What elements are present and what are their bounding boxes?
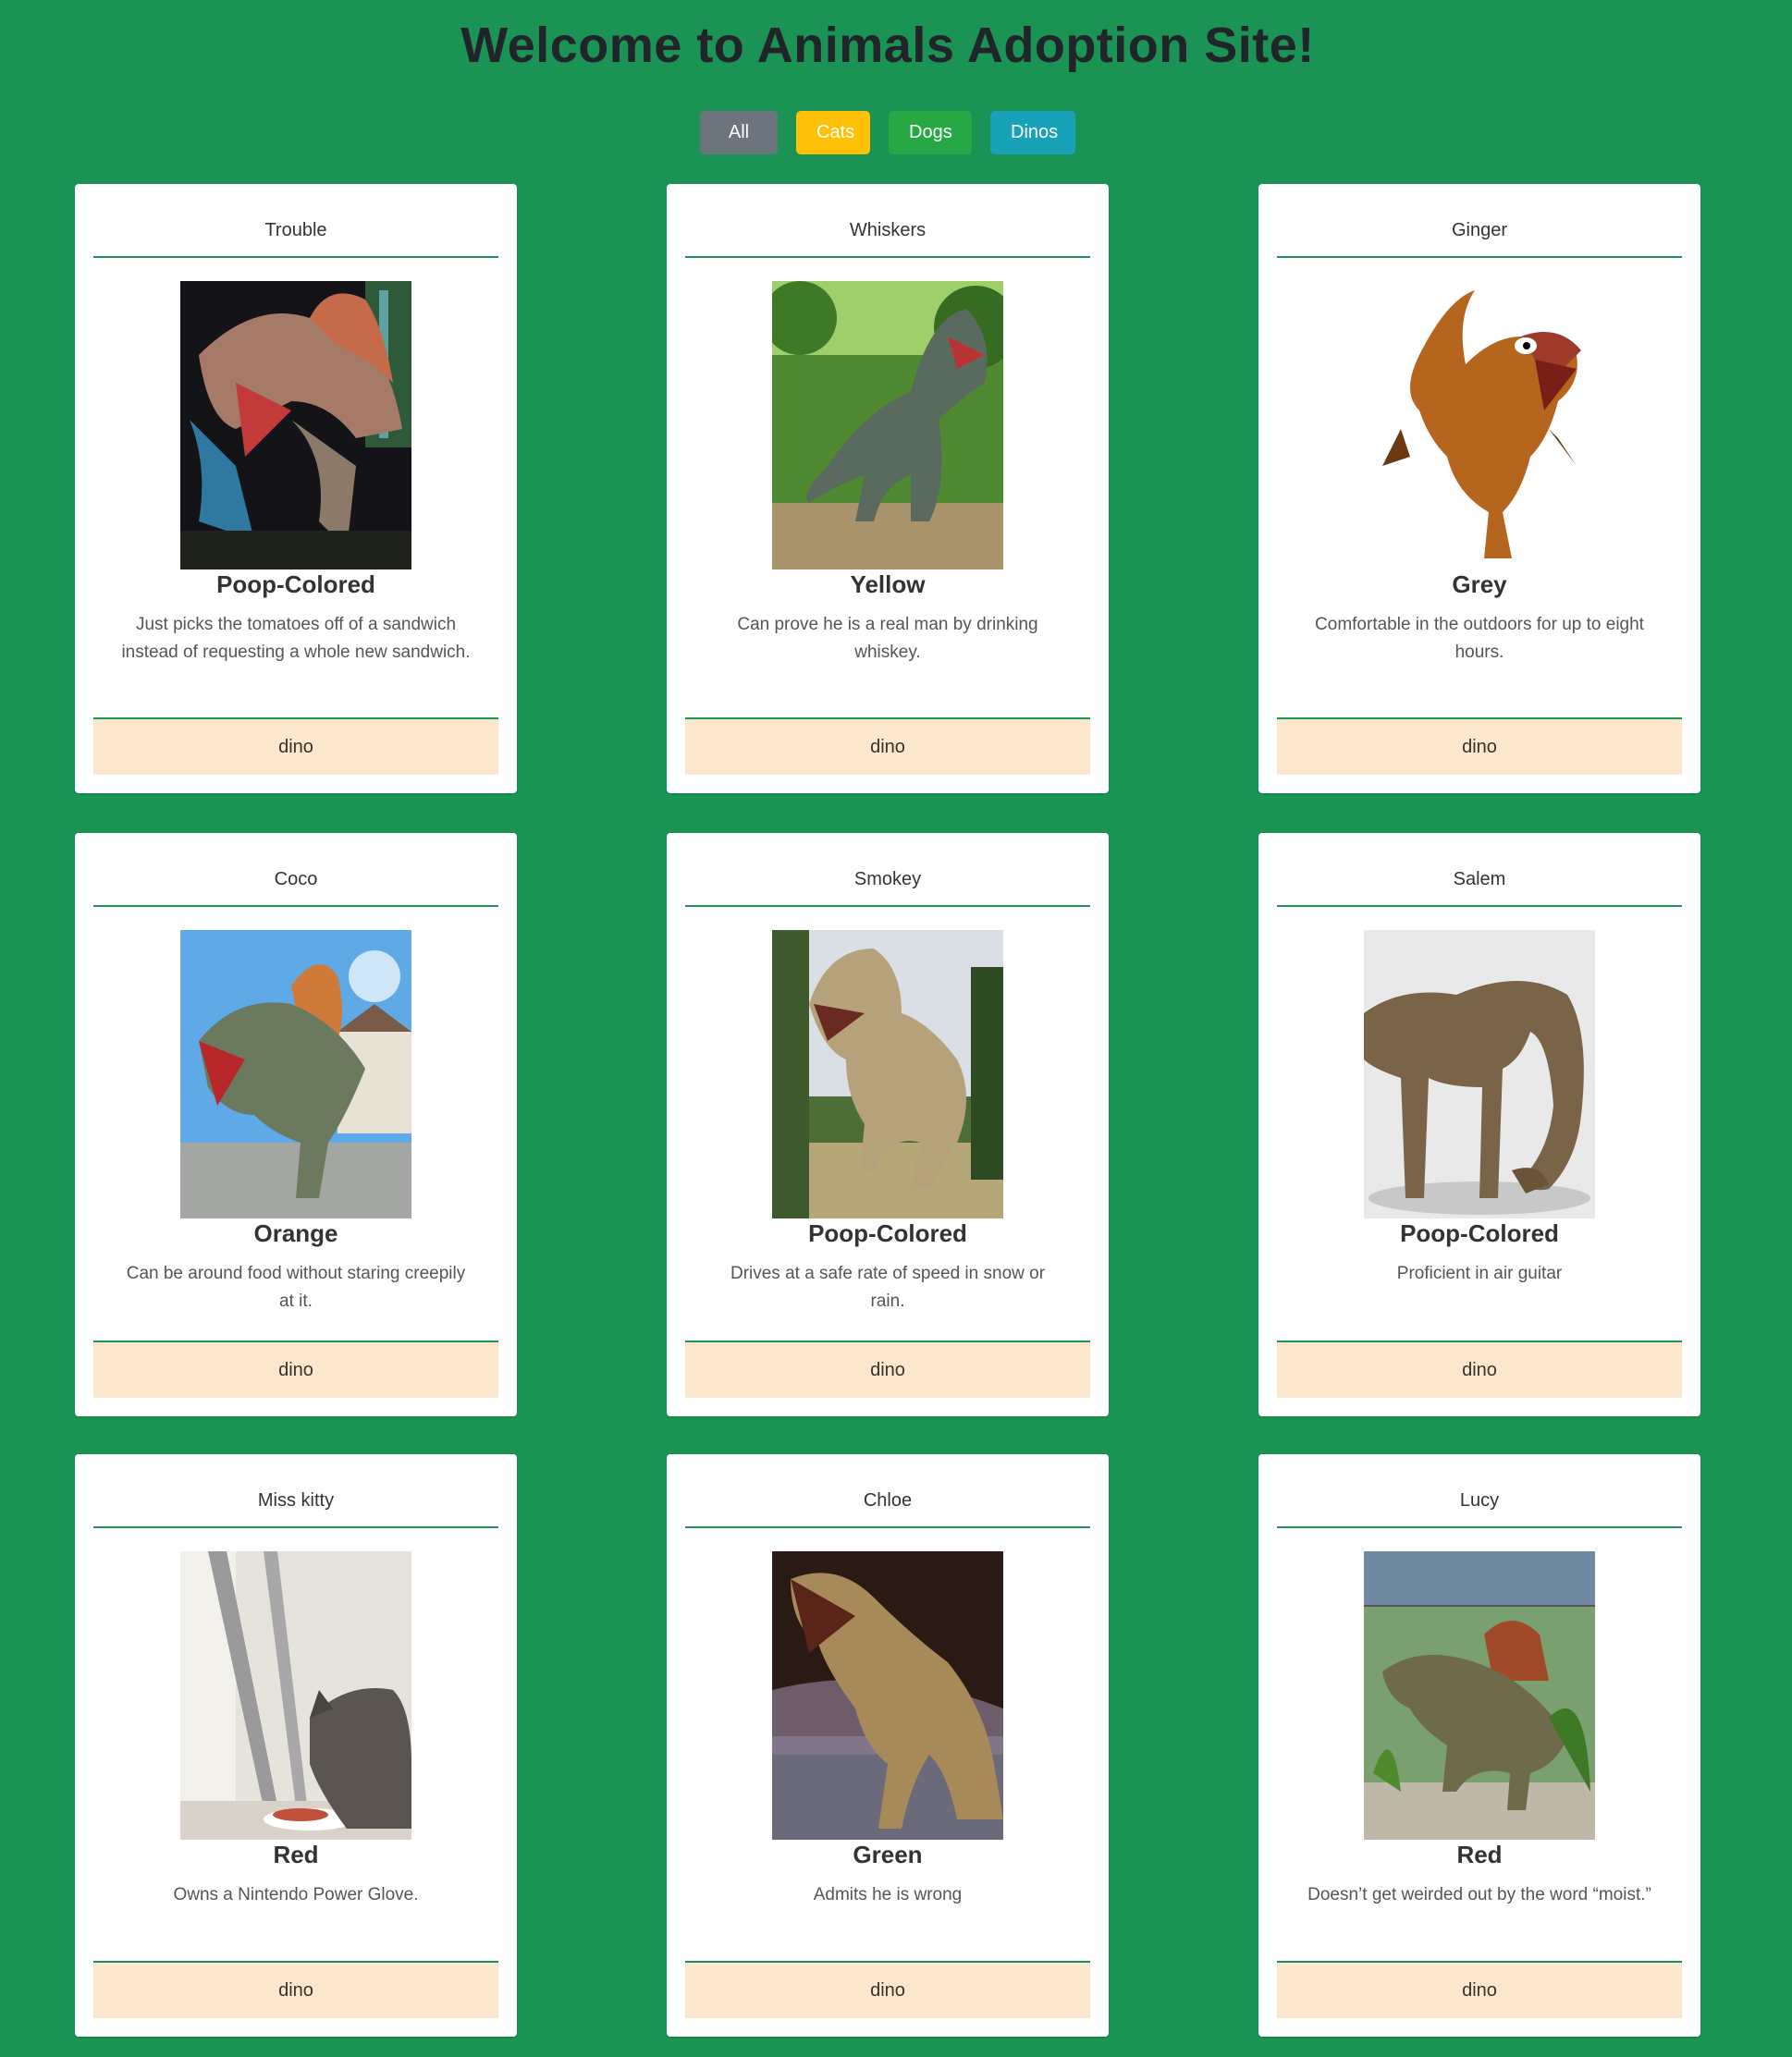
card-name: Ginger [1277, 184, 1682, 258]
card-name: Lucy [1277, 1454, 1682, 1528]
animal-card: Lucy Red Doesn’t get weirded out by the … [1258, 1454, 1700, 2037]
card-description: Drives at a safe rate of speed in snow o… [730, 1264, 1046, 1311]
card-color: Poop-Colored [216, 570, 375, 598]
card-description: Admits he is wrong [813, 1885, 963, 1904]
card-name: Trouble [93, 184, 498, 258]
animal-photo [180, 281, 411, 569]
animal-photo [772, 1551, 1003, 1840]
animal-photo [772, 281, 1003, 569]
filter-dinos-button[interactable]: Dinos [990, 111, 1075, 154]
animal-card: Trouble Poop-Colored Just picks the toma… [75, 184, 517, 793]
card-type-footer: dino [93, 717, 498, 775]
card-color: Yellow [850, 570, 926, 598]
card-name: Whiskers [685, 184, 1090, 258]
card-color: Orange [253, 1219, 338, 1247]
card-type-footer: dino [685, 1961, 1090, 2018]
card-type-footer: dino [1277, 1961, 1682, 2018]
animal-card: Miss kitty Red Owns a Nintendo Power Glo… [75, 1454, 517, 2037]
animal-card: Chloe Green Admits he is wrong dino [667, 1454, 1109, 2037]
animal-photo [180, 930, 411, 1218]
card-description: Just picks the tomatoes off of a sandwic… [121, 615, 471, 662]
card-description: Comfortable in the outdoors for up to ei… [1315, 615, 1644, 662]
filter-dogs-button[interactable]: Dogs [889, 111, 972, 154]
card-name: Miss kitty [93, 1454, 498, 1528]
card-type-footer: dino [685, 717, 1090, 775]
filter-all-button[interactable]: All [700, 111, 778, 154]
animal-card: Coco Orange Can be around food without s… [75, 833, 517, 1416]
card-type-footer: dino [93, 1341, 498, 1398]
card-color: Poop-Colored [808, 1219, 967, 1247]
animal-card: Ginger Grey Comfortable in the outdoors … [1258, 184, 1700, 793]
animal-card: Salem Poop-Colored Proficient in air gui… [1258, 833, 1700, 1416]
card-color: Red [273, 1841, 319, 1868]
card-color: Grey [1452, 570, 1507, 598]
card-name: Salem [1277, 833, 1682, 907]
animal-photo [772, 930, 1003, 1218]
card-description: Can be around food without staring creep… [126, 1264, 466, 1311]
card-type-footer: dino [1277, 1341, 1682, 1398]
animal-photo [1364, 1551, 1595, 1840]
card-description: Proficient in air guitar [1396, 1264, 1563, 1283]
animal-card: Smokey Poop-Colored Drives at a safe rat… [667, 833, 1109, 1416]
card-name: Chloe [685, 1454, 1090, 1528]
animal-photo [1364, 281, 1595, 569]
filter-bar: All Cats Dogs Dinos [0, 111, 1775, 154]
card-type-footer: dino [93, 1961, 498, 2018]
card-description: Doesn’t get weirded out by the word “moi… [1307, 1885, 1651, 1904]
card-type-footer: dino [685, 1341, 1090, 1398]
card-color: Poop-Colored [1400, 1219, 1559, 1247]
card-name: Smokey [685, 833, 1090, 907]
card-name: Coco [93, 833, 498, 907]
card-type-footer: dino [1277, 717, 1682, 775]
filter-cats-button[interactable]: Cats [796, 111, 870, 154]
card-description: Can prove he is a real man by drinking w… [737, 615, 1038, 662]
card-description: Owns a Nintendo Power Glove. [173, 1885, 419, 1904]
page-title: Welcome to Animals Adoption Site! [460, 18, 1315, 73]
card-color: Red [1456, 1841, 1503, 1868]
card-color: Green [853, 1841, 923, 1868]
animal-photo [1364, 930, 1595, 1218]
animal-card: Whiskers Yellow Can prove he is a real m… [667, 184, 1109, 793]
animal-photo [180, 1551, 411, 1840]
